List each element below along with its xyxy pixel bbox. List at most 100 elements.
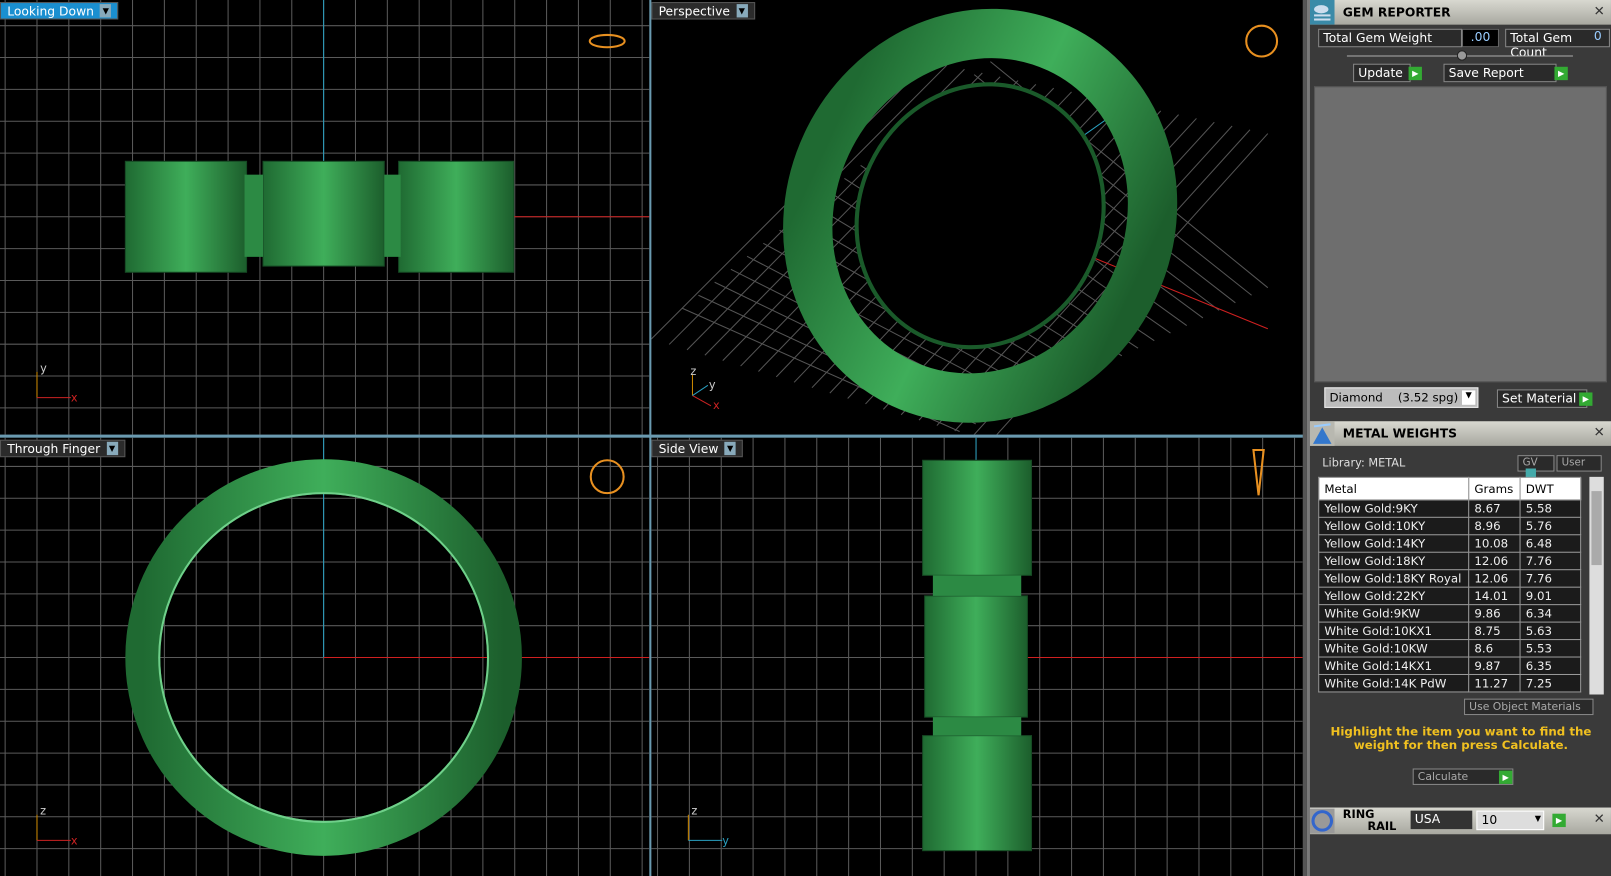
table-cell: 9.87 xyxy=(1468,656,1521,676)
gv-label: GV xyxy=(1522,457,1538,469)
total-gem-weight-label: Total Gem Weight xyxy=(1318,28,1462,48)
table-row[interactable]: Yellow Gold:22KY 14.01 9.01 xyxy=(1318,586,1582,606)
table-cell: Yellow Gold:9KY xyxy=(1318,499,1470,518)
table-cell: White Gold:9KW xyxy=(1318,604,1470,623)
play-icon[interactable]: ▶ xyxy=(1552,813,1566,828)
table-cell: 6.48 xyxy=(1519,534,1582,553)
table-row[interactable]: White Gold:9KW 9.86 6.34 xyxy=(1318,604,1582,623)
chevron-down-icon: ▼ xyxy=(736,4,748,18)
table-cell: 6.35 xyxy=(1519,656,1582,676)
ring-orientation-icon xyxy=(1245,24,1279,58)
chevron-down-icon: ▼ xyxy=(1461,390,1476,405)
table-row[interactable]: White Gold:10KX1 8.75 5.63 xyxy=(1318,621,1582,641)
viewport-menu[interactable]: Perspective ▼ xyxy=(651,2,755,20)
play-icon[interactable]: ▶ xyxy=(1408,66,1422,81)
viewport-side[interactable]: z y Side View ▼ xyxy=(651,437,1303,876)
viewport-canvas[interactable]: yx xyxy=(0,0,650,435)
table-cell: 14.01 xyxy=(1468,586,1521,606)
table-cell: 7.76 xyxy=(1519,551,1582,571)
ring-standard-field[interactable]: USA xyxy=(1410,810,1473,830)
viewport-label: Perspective xyxy=(658,3,730,18)
side-panel: GEM REPORTER ✕ Total Gem Weight .00 Tota… xyxy=(1306,0,1611,876)
table-cell: 5.63 xyxy=(1519,621,1582,641)
user-toggle[interactable]: User xyxy=(1556,455,1602,472)
table-cell: 9.86 xyxy=(1468,604,1521,623)
close-icon[interactable]: ✕ xyxy=(1594,425,1605,440)
gem-report-list[interactable] xyxy=(1314,86,1607,383)
table-cell: Yellow Gold:18KY Royal xyxy=(1318,569,1470,588)
table-cell: 12.06 xyxy=(1468,569,1521,588)
table-cell: 12.06 xyxy=(1468,551,1521,571)
scrollbar[interactable] xyxy=(1589,476,1604,695)
metal-table[interactable]: Metal Grams DWT Yellow Gold:9KY 8.67 5.58 Y… xyxy=(1318,476,1611,695)
library-label: Library: METAL xyxy=(1322,456,1406,470)
viewport-label: Through Finger xyxy=(7,441,101,456)
svg-text:y: y xyxy=(709,378,716,391)
table-row[interactable]: White Gold:14KX1 9.87 6.35 xyxy=(1318,656,1582,676)
column-header-dwt[interactable]: DWT xyxy=(1519,476,1582,501)
chevron-down-icon: ▼ xyxy=(1534,813,1542,823)
metal-weights-title: METAL WEIGHTS xyxy=(1342,426,1457,441)
play-icon[interactable]: ▶ xyxy=(1554,66,1568,81)
viewport-menu[interactable]: Through Finger ▼ xyxy=(0,439,125,458)
viewport-menu[interactable]: Side View ▼ xyxy=(651,439,744,458)
table-cell: White Gold:10KW xyxy=(1318,639,1470,658)
viewport-canvas[interactable]: zy xyxy=(651,437,1303,876)
close-icon[interactable]: ✕ xyxy=(1594,812,1605,827)
chevron-down-icon: ▼ xyxy=(100,4,112,18)
table-cell: 8.96 xyxy=(1468,516,1521,536)
play-icon[interactable]: ▶ xyxy=(1498,770,1513,784)
splitter-handle[interactable] xyxy=(1456,50,1468,61)
table-row[interactable]: Yellow Gold:14KY 10.08 6.48 xyxy=(1318,534,1582,553)
table-cell: 9.01 xyxy=(1519,586,1582,606)
total-gem-count-value: 0 xyxy=(1593,28,1602,44)
table-cell: 5.58 xyxy=(1519,499,1582,518)
ring-rail-title: RAIL xyxy=(1367,819,1397,834)
table-row[interactable]: Yellow Gold:18KY Royal 12.06 7.76 xyxy=(1318,569,1582,588)
svg-text:z: z xyxy=(691,805,697,818)
table-cell: Yellow Gold:22KY xyxy=(1318,586,1470,606)
gem-reporter-title: GEM REPORTER xyxy=(1342,5,1451,20)
table-row[interactable]: Yellow Gold:18KY 12.06 7.76 xyxy=(1318,551,1582,571)
table-cell: 5.76 xyxy=(1519,516,1582,536)
viewport-canvas[interactable]: zx xyxy=(0,437,650,876)
viewport-menu[interactable]: Looking Down ▼ xyxy=(0,2,119,20)
material-select[interactable]: Diamond (3.52 spg) ▼ xyxy=(1324,387,1479,408)
table-cell: White Gold:14KX1 xyxy=(1318,656,1470,676)
table-cell: Yellow Gold:18KY xyxy=(1318,551,1470,571)
svg-text:z: z xyxy=(690,365,696,378)
table-cell: 6.34 xyxy=(1519,604,1582,623)
viewport-canvas[interactable]: zyx xyxy=(651,0,1302,435)
close-icon[interactable]: ✕ xyxy=(1594,4,1605,19)
viewport-perspective[interactable]: z y x Perspective ▼ xyxy=(651,0,1303,435)
ring-size-value: 10 xyxy=(1481,812,1498,828)
chevron-down-icon: ▼ xyxy=(106,441,118,456)
viewport-front[interactable]: z x Through Finger ▼ xyxy=(0,437,650,876)
column-header-metal[interactable]: Metal xyxy=(1318,476,1470,501)
ring-size-select[interactable]: 10 ▼ xyxy=(1476,810,1545,831)
use-object-materials-button[interactable]: Use Object Materials xyxy=(1464,698,1594,716)
svg-text:x: x xyxy=(713,399,720,412)
table-cell: 10.08 xyxy=(1468,534,1521,553)
ring-icon xyxy=(1309,808,1335,834)
play-icon[interactable]: ▶ xyxy=(1579,392,1593,406)
gv-toggle[interactable]: GV xyxy=(1517,455,1555,481)
update-button[interactable]: Update xyxy=(1353,63,1411,83)
material-select-value: Diamond (3.52 spg) xyxy=(1329,390,1459,405)
table-row[interactable]: White Gold:14K PdW 11.27 7.25 xyxy=(1318,673,1582,693)
scale-icon xyxy=(1309,421,1335,446)
ring-rail-header: RING RAIL USA 10 ▼ ▶ ✕ xyxy=(1309,807,1611,835)
viewport-top[interactable]: y x Looking Down ▼ xyxy=(0,0,650,435)
table-row[interactable]: White Gold:10KW 8.6 5.53 xyxy=(1318,639,1582,658)
save-report-button[interactable]: Save Report xyxy=(1443,63,1557,83)
viewport-label: Looking Down xyxy=(7,3,94,18)
metal-weights-header: METAL WEIGHTS ✕ xyxy=(1309,421,1611,446)
svg-text:y: y xyxy=(722,835,729,848)
axis-label: y xyxy=(40,362,47,375)
set-material-button[interactable]: Set Material xyxy=(1496,389,1588,408)
column-header-grams[interactable]: Grams xyxy=(1468,476,1521,501)
table-cell: Yellow Gold:10KY xyxy=(1318,516,1470,536)
table-row[interactable]: Yellow Gold:10KY 8.96 5.76 xyxy=(1318,516,1582,536)
table-row[interactable]: Yellow Gold:9KY 8.67 5.58 xyxy=(1318,499,1582,518)
table-cell: White Gold:14K PdW xyxy=(1318,673,1470,693)
